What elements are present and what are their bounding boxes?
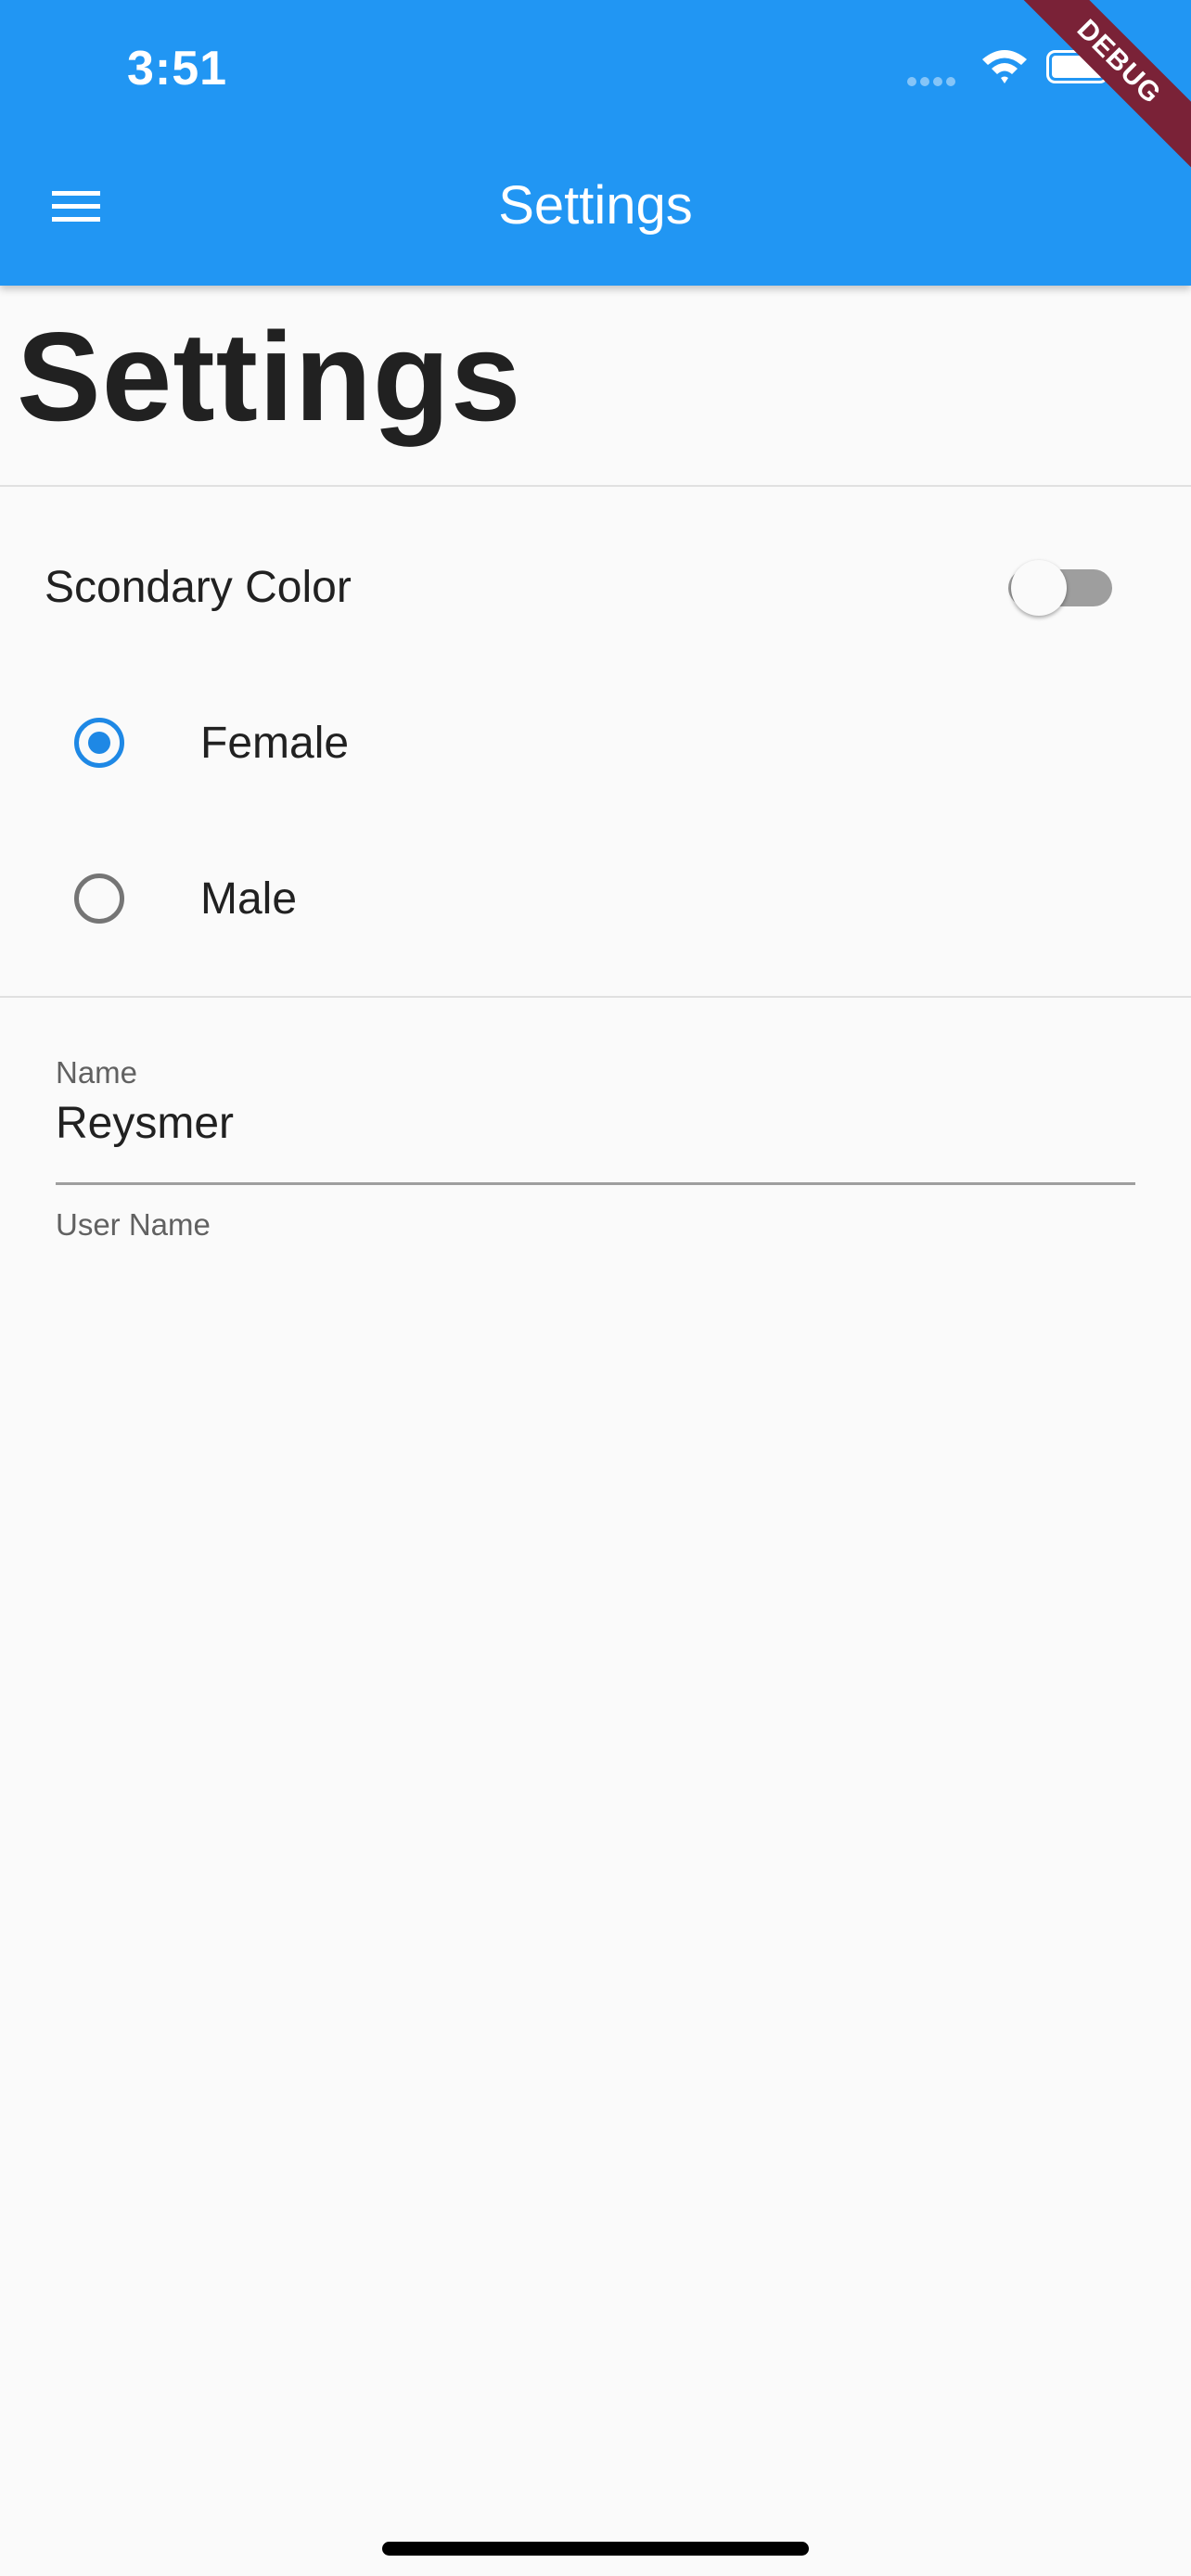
gender-option-male[interactable]: Male xyxy=(0,835,1191,964)
radio-selected-dot xyxy=(88,732,110,754)
page-title: Settings xyxy=(17,306,522,447)
male-radio-label: Male xyxy=(200,874,298,924)
home-indicator[interactable] xyxy=(382,2542,809,2556)
cellular-signal-icon xyxy=(907,74,963,86)
debug-banner-label: DEBUG xyxy=(1005,0,1191,177)
gender-option-female[interactable]: Female xyxy=(0,679,1191,809)
status-time: 3:51 xyxy=(127,42,228,96)
secondary-color-label: Scondary Color xyxy=(45,563,352,612)
name-field[interactable]: Name Reysmer xyxy=(56,1050,1135,1185)
divider xyxy=(0,996,1191,998)
name-field-value[interactable]: Reysmer xyxy=(56,1098,234,1149)
male-radio-button[interactable] xyxy=(74,874,124,924)
divider xyxy=(0,485,1191,487)
female-radio-label: Female xyxy=(200,719,350,768)
secondary-color-switch-thumb[interactable] xyxy=(1011,560,1067,616)
name-field-label: Name xyxy=(56,1055,138,1090)
secondary-color-switch-row[interactable]: Scondary Color xyxy=(0,538,1191,636)
debug-banner: DEBUG xyxy=(1005,0,1191,185)
username-field-label[interactable]: User Name xyxy=(56,1207,211,1243)
female-radio-button[interactable] xyxy=(74,718,124,768)
name-field-underline xyxy=(56,1182,1135,1185)
